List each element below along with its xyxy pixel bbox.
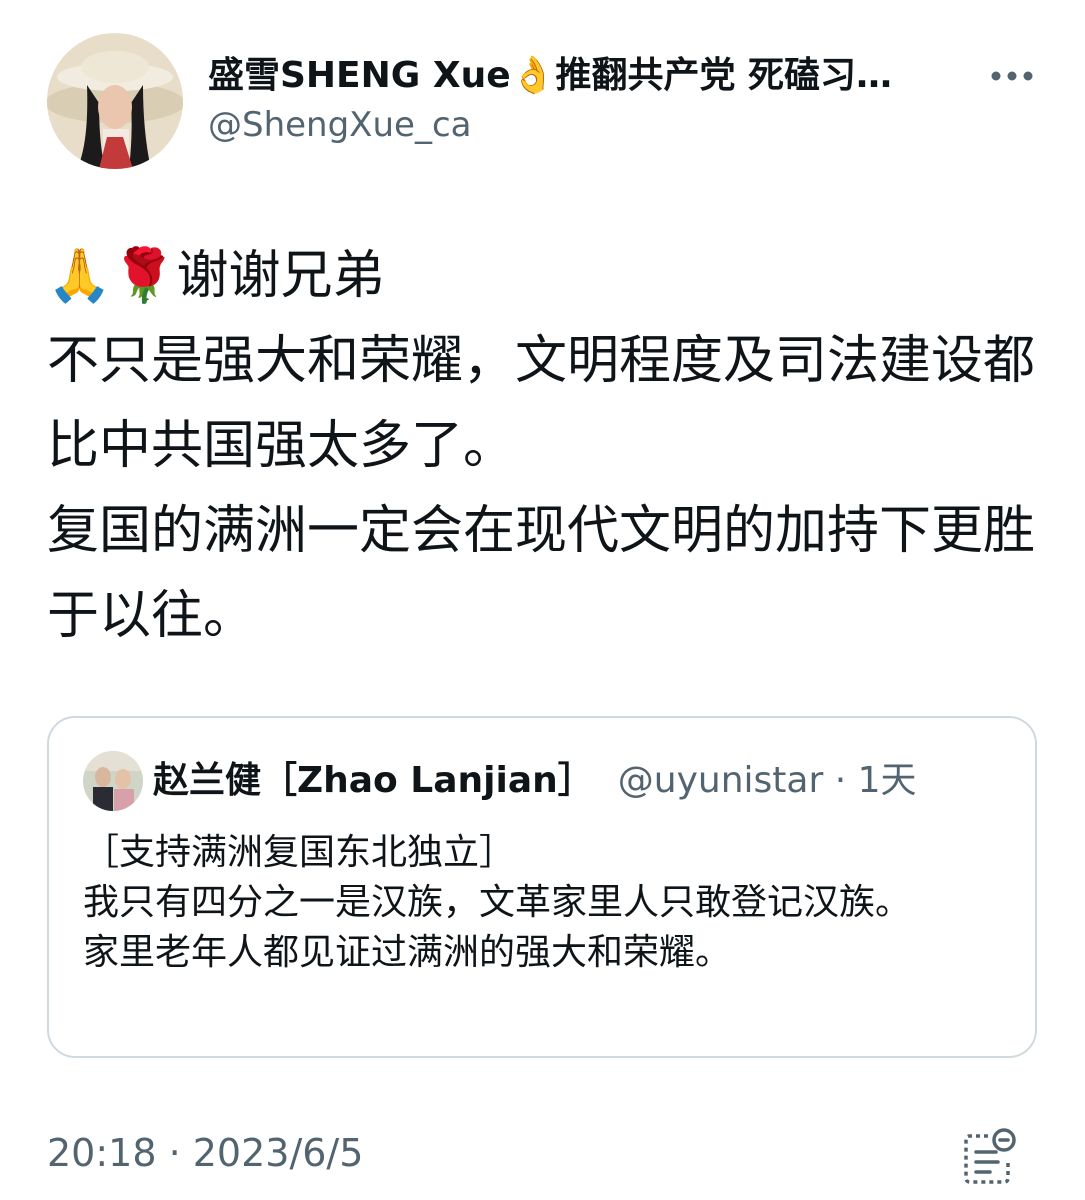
- quoted-author-handle-time[interactable]: @uyunistar · 1天: [618, 760, 917, 801]
- quoted-author-name[interactable]: 赵兰健［Zhao Lanjian］: [153, 760, 594, 801]
- tweet-timestamp[interactable]: 20:18 · 2023/6/5: [47, 1126, 363, 1180]
- author-avatar[interactable]: [47, 33, 183, 169]
- post-summary-icon[interactable]: [960, 1126, 1020, 1184]
- author-display-name[interactable]: 盛雪SHENG Xue👌推翻共产党 死磕习…: [208, 52, 968, 100]
- quoted-tweet-text: ［支持满洲复国东北独立］ 我只有四分之一是汉族，文革家里人只敢登记汉族。 家里老…: [83, 832, 912, 973]
- quoted-tweet-header: 赵兰健［Zhao Lanjian］ @uyunistar · 1天: [153, 756, 1013, 806]
- tweet-text: 🙏🌹谢谢兄弟 不只是强大和荣耀，文明程度及司法建设都比中共国强太多了。 复国的满…: [47, 246, 1036, 646]
- quoted-author-avatar[interactable]: [83, 751, 143, 811]
- quoted-tweet-card[interactable]: 赵兰健［Zhao Lanjian］ @uyunistar · 1天 ［支持满洲复国…: [47, 716, 1037, 1058]
- author-handle[interactable]: @ShengXue_ca: [208, 104, 471, 146]
- more-horizontal-icon[interactable]: [988, 60, 1036, 92]
